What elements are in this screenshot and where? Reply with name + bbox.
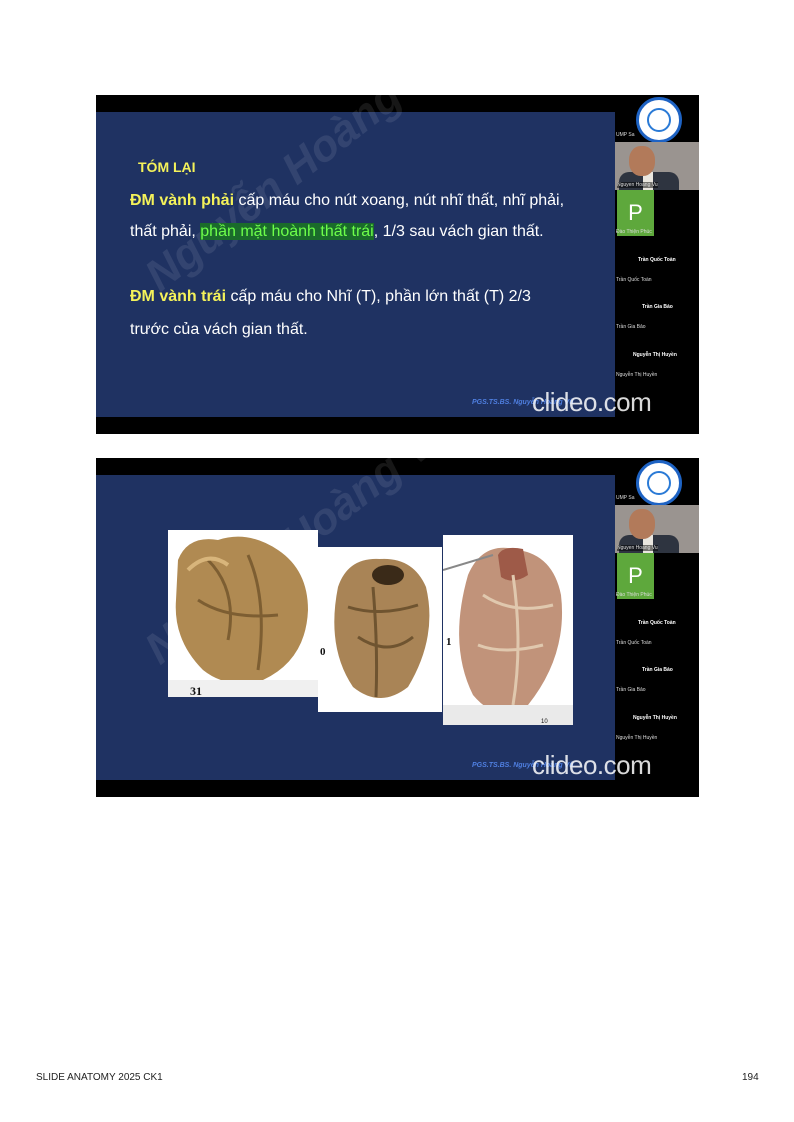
heart-photo-1: 31 (168, 530, 318, 697)
right-coronary-line-2: thất phải, phần mặt hoành thất trái, 1/3… (130, 223, 544, 241)
slide-background: Nguyễn Hoàng Vũ TÓM LẠI ĐM vành phải cấp… (96, 95, 615, 417)
participant-name-1: Trần Quốc Toàn (638, 257, 676, 263)
right-coronary-line-1: ĐM vành phải cấp máu cho nút xoang, nút … (130, 192, 564, 210)
participant-sub-3: Nguyễn Thị Huyền (616, 735, 658, 741)
left-coronary-label: ĐM vành trái (130, 288, 227, 305)
participant-name-2: Trần Gia Bảo (642, 304, 673, 310)
right-coronary-text-1: cấp máu cho nút xoang, nút nhĩ thất, nhĩ… (234, 192, 565, 209)
slide-title: TÓM LẠI (138, 159, 196, 175)
right-coronary-text-2b: , 1/3 sau vách gian thất. (373, 223, 544, 240)
participant-sub-1: Trần Quốc Toàn (616, 277, 652, 283)
left-coronary-line-1: ĐM vành trái cấp máu cho Nhĩ (T), phần l… (130, 288, 531, 306)
presenter-name: Nguyen Hoang Vu (617, 545, 658, 551)
clideo-watermark: clideo.com (532, 387, 652, 417)
participant-sub-2: Trần Gia Bảo (616, 324, 646, 330)
heart-photo-2: 0 (318, 547, 442, 712)
host-label: UMP Sa (616, 495, 635, 501)
right-coronary-text-2a: thất phải, (130, 223, 201, 240)
participant-sub-2: Trần Gia Bảo (616, 687, 646, 693)
presenter-video[interactable]: Nguyen Hoang Vu (615, 142, 699, 190)
photo-label-31: 31 (190, 684, 202, 697)
photo-label-1: 1 (446, 636, 452, 648)
host-label: UMP Sa (616, 132, 635, 138)
participant-name-1: Trần Quốc Toàn (638, 620, 676, 626)
presenter-name: Nguyen Hoang Vu (617, 182, 658, 188)
participant-label: Đào Thiện Phúc (616, 229, 652, 235)
participant-name-3: Nguyễn Thị Huyền (633, 352, 677, 358)
slide-background: Nguyễn Hoàng Vũ 31 0 (96, 458, 615, 780)
clideo-watermark: clideo.com (532, 750, 652, 780)
presenter-video[interactable]: Nguyen Hoang Vu (615, 505, 699, 553)
participant-sub-1: Trần Quốc Toàn (616, 640, 652, 646)
participant-label: Đào Thiện Phúc (616, 592, 652, 598)
photo-label-10: 10 (541, 719, 548, 725)
university-logo (636, 97, 682, 143)
left-coronary-text-1: cấp máu cho Nhĩ (T), phần lớn thất (T) 2… (226, 288, 531, 305)
page-number: 194 (742, 1072, 759, 1083)
right-coronary-label: ĐM vành phải (130, 192, 235, 209)
participant-name-3: Nguyễn Thị Huyền (633, 715, 677, 721)
participant-sub-3: Nguyễn Thị Huyền (616, 372, 658, 378)
participant-name-2: Trần Gia Bảo (642, 667, 673, 673)
heart-photo-3: 1 10 (443, 535, 573, 725)
footer-title: SLIDE ANATOMY 2025 CK1 (36, 1072, 163, 1083)
slide-heart-photos: Nguyễn Hoàng Vũ 31 0 (96, 458, 699, 797)
highlighted-phrase: phần mặt hoành thất trái (200, 223, 374, 240)
photo-label-0: 0 (320, 646, 326, 658)
slide-summary: Nguyễn Hoàng Vũ TÓM LẠI ĐM vành phải cấp… (96, 95, 699, 434)
left-coronary-line-2: trước của vách gian thất. (130, 321, 308, 338)
university-logo (636, 460, 682, 506)
